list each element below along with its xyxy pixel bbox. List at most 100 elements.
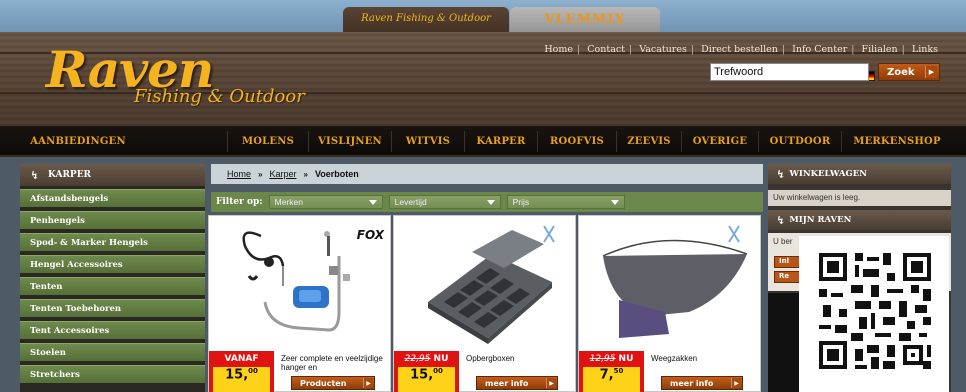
breadcrumb-home[interactable]: Home: [227, 169, 251, 179]
toplink-vacatures[interactable]: Vacatures: [639, 44, 687, 55]
meer-info-label: meer info: [485, 378, 529, 388]
arrow-right-icon: ▶: [731, 378, 741, 388]
product-image-opbergboxen[interactable]: [394, 216, 577, 351]
fishhook-icon: ↯: [776, 167, 786, 181]
login-text: U ber: [773, 237, 793, 246]
breadcrumb-separator: »: [258, 169, 263, 179]
toplink-direct-bestellen[interactable]: Direct bestellen: [701, 44, 778, 55]
cart-title: WINKELWAGEN: [789, 169, 868, 179]
nav-karper[interactable]: KARPER: [465, 126, 537, 157]
breadcrumb: Home » Karper » Voerboten: [211, 164, 763, 184]
nav-molens[interactable]: MOLENS: [228, 126, 308, 157]
sidebar-item-stoelen[interactable]: Stoelen: [20, 343, 205, 363]
breadcrumb-separator: »: [303, 169, 308, 179]
nav-vislijnen[interactable]: VISLIJNEN: [309, 126, 391, 157]
sidebar-item-tenten-toebehoren[interactable]: Tenten Toebehoren: [20, 299, 205, 319]
logo-subtitle: Fishing & Outdoor: [134, 86, 305, 107]
nav-outdoor[interactable]: OUTDOOR: [759, 126, 841, 157]
nav-aanbiedingen[interactable]: AANBIEDINGEN: [18, 126, 138, 157]
price-value: 15,00: [398, 367, 455, 392]
toplink-info-center[interactable]: Info Center: [792, 44, 847, 55]
sidebar-item-spod-marker[interactable]: Spod- & Marker Hengels: [20, 233, 205, 253]
price-badge: VANAF 15,00: [209, 351, 274, 392]
fishhook-icon: ↯: [776, 213, 786, 227]
price-euros: 15,: [225, 367, 249, 383]
products-button[interactable]: Producten ▶: [291, 376, 375, 390]
sidebar-item-hengel-accessoires[interactable]: Hengel Accessoires: [20, 255, 205, 275]
price-badge: 12,95 NU 7,50: [579, 351, 644, 392]
price-value: 7,50: [583, 367, 640, 392]
sidebar-item-afstandsbengels[interactable]: Afstandsbengels: [20, 189, 205, 209]
search-button-label: Zoek: [887, 66, 915, 78]
price-label: 12,95 NU: [579, 354, 644, 364]
toplink-links[interactable]: Links: [912, 44, 938, 55]
sidebar-title: KARPER: [48, 170, 92, 180]
price-old: 22,95: [404, 354, 431, 364]
sidebar-heading: ↯ KARPER: [20, 164, 205, 186]
arrow-right-icon: ▶: [546, 378, 556, 388]
cart-heading: ↯ WINKELWAGEN: [768, 164, 951, 184]
product-name[interactable]: Weegzakken: [651, 354, 759, 363]
triangle-down-icon: [610, 200, 619, 205]
product-card[interactable]: FOX VANAF 15,00 Zeer complete en veelzij…: [208, 215, 391, 392]
breadcrumb-current: Voerboten: [314, 169, 359, 179]
tab-vlemmix-label: VLEMMIX: [544, 12, 626, 27]
product-card[interactable]: 12,95 NU 7,50 Weegzakken meer info ▶: [578, 215, 761, 392]
sidebar-item-tent-accessoires[interactable]: Tent Accessoires: [20, 321, 205, 341]
top-links: Home | Contact | Vacatures | Direct bestell…: [544, 44, 938, 55]
product-image-weegzakken[interactable]: [579, 216, 762, 351]
toplink-filialen[interactable]: Filialen: [862, 44, 898, 55]
nav-witvis[interactable]: WITVIS: [392, 126, 464, 157]
arrow-right-icon: ▶: [925, 66, 937, 78]
nav-zeevis[interactable]: ZEEVIS: [617, 126, 681, 157]
product-name[interactable]: Zeer complete en veelzijdige hanger en: [281, 354, 389, 372]
price-euros: 15,: [410, 367, 434, 383]
product-name[interactable]: Opbergboxen: [466, 354, 574, 363]
price-label-now: NU: [433, 354, 449, 364]
fishhook-icon: ↯: [30, 168, 40, 182]
meer-info-button[interactable]: meer info ▶: [476, 376, 558, 390]
brand-logo-fox: FOX: [356, 228, 384, 242]
account-heading: ↯ MIJN RAVEN: [768, 210, 951, 230]
filter-prijs-value: Prijs: [512, 197, 530, 207]
qr-code: [799, 236, 949, 392]
price-badge: 22,95 NU 15,00: [394, 351, 459, 392]
price-cents: 00: [248, 367, 258, 375]
price-label: VANAF: [224, 354, 259, 364]
price-label: 22,95 NU: [394, 354, 459, 364]
product-image-hanger[interactable]: FOX: [209, 216, 392, 351]
sidebar-item-penhengels[interactable]: Penhengels: [20, 211, 205, 231]
nav-overige[interactable]: OVERIGE: [682, 126, 758, 157]
filter-prijs-select[interactable]: Prijs: [506, 195, 625, 209]
triangle-down-icon: [368, 200, 377, 205]
filter-levertijd-value: Levertijd: [394, 197, 427, 207]
toplink-home[interactable]: Home: [544, 44, 573, 55]
nav-roofvis[interactable]: ROOFVIS: [538, 126, 616, 157]
filter-levertijd-select[interactable]: Levertijd: [388, 195, 501, 209]
filter-merken-select[interactable]: Merken: [268, 195, 383, 209]
meer-info-button[interactable]: meer info ▶: [661, 376, 743, 390]
search-button[interactable]: Zoek ▶: [878, 63, 940, 81]
search-input[interactable]: [710, 63, 869, 81]
price-euros: 7,: [599, 367, 614, 383]
main-nav: AANBIEDINGEN MOLENS VISLIJNEN WITVIS KAR…: [0, 126, 966, 157]
price-cents: 00: [433, 367, 443, 375]
price-value: 15,00: [213, 367, 270, 392]
account-title: MIJN RAVEN: [789, 215, 852, 225]
sidebar-item-tenten[interactable]: Tenten: [20, 277, 205, 297]
nav-merkenshop[interactable]: MERKENSHOP: [842, 126, 952, 157]
toplink-contact[interactable]: Contact: [587, 44, 625, 55]
filter-label: Filter op:: [216, 197, 263, 207]
triangle-down-icon: [486, 200, 495, 205]
price-cents: 50: [613, 367, 624, 375]
product-card[interactable]: 22,95 NU 15,00 Opbergboxen meer info ▶: [393, 215, 576, 392]
tab-raven-label: Raven Fishing & Outdoor: [361, 13, 491, 24]
filter-merken-value: Merken: [274, 197, 303, 207]
cart-empty-text: Uw winkelwagen is leeg.: [768, 190, 951, 206]
promo-panel: [768, 293, 799, 392]
price-old: 12,95: [589, 354, 616, 364]
arrow-right-icon: ▶: [363, 378, 373, 388]
sidebar-item-stretchers[interactable]: Stretchers: [20, 365, 205, 385]
filter-bar: Filter op: Merken Levertijd Prijs: [211, 192, 763, 212]
breadcrumb-karper[interactable]: Karper: [269, 169, 296, 179]
